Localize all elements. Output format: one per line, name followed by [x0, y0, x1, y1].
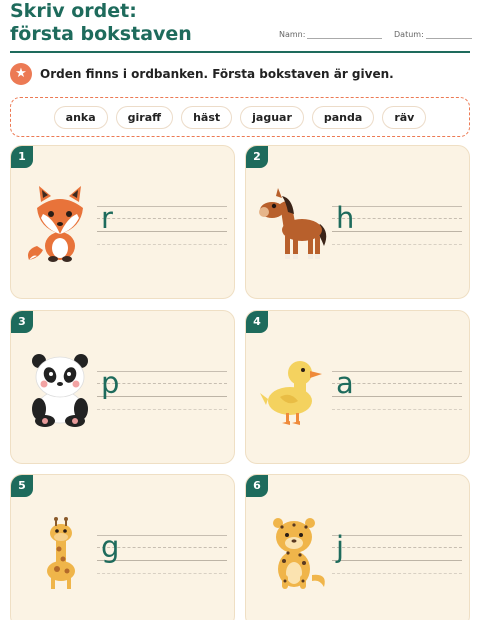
card-horse: 2 h	[245, 145, 470, 299]
word-chip: anka	[53, 105, 108, 129]
word-bank: anka giraff häst jaguar panda räv	[10, 97, 470, 137]
header-divider	[10, 51, 470, 53]
card-jaguar: 6 j	[245, 474, 470, 620]
word-chip: häst	[181, 105, 233, 129]
date-label: Datum:	[394, 30, 424, 39]
card-number: 3	[11, 311, 33, 333]
writing-lines[interactable]: r	[97, 201, 227, 246]
writing-lines[interactable]: h	[332, 201, 462, 246]
name-label: Namn:	[279, 30, 306, 39]
card-number: 1	[11, 146, 33, 168]
worksheet-title: Skriv ordet: första bokstaven	[10, 0, 192, 45]
writing-lines[interactable]: a	[332, 366, 462, 411]
writing-lines[interactable]: p	[97, 366, 227, 411]
given-letter: g	[101, 530, 120, 564]
word-chip: panda	[311, 105, 375, 129]
fox-icon	[28, 186, 83, 262]
date-field[interactable]: Datum:	[394, 30, 472, 39]
name-field[interactable]: Namn:	[279, 30, 383, 39]
card-number: 5	[11, 475, 33, 497]
name-line	[307, 31, 383, 39]
writing-lines[interactable]: j	[332, 530, 462, 575]
card-duck: 4 a	[245, 310, 470, 464]
giraffe-icon	[47, 517, 75, 589]
word-chip: jaguar	[240, 105, 304, 129]
jaguar-icon	[273, 518, 325, 589]
word-chip: giraff	[115, 105, 174, 129]
writing-lines[interactable]: g	[97, 530, 227, 575]
card-giraffe: 5 g	[10, 474, 235, 620]
date-line	[425, 31, 472, 39]
card-number: 6	[246, 475, 268, 497]
card-fox: 1 r	[10, 145, 235, 299]
given-letter: r	[101, 201, 113, 235]
given-letter: p	[101, 366, 120, 400]
instruction-text: Orden finns i ordbanken. Första bokstave…	[40, 67, 394, 81]
star-icon: ★	[10, 63, 32, 85]
card-number: 4	[246, 311, 268, 333]
given-letter: h	[336, 201, 355, 235]
panda-icon	[32, 354, 88, 427]
card-number: 2	[246, 146, 268, 168]
given-letter: j	[336, 530, 345, 564]
given-letter: a	[336, 366, 354, 400]
card-panda: 3 p	[10, 310, 235, 464]
duck-icon	[260, 361, 322, 425]
horse-icon	[259, 188, 327, 259]
word-chip: räv	[382, 105, 427, 129]
